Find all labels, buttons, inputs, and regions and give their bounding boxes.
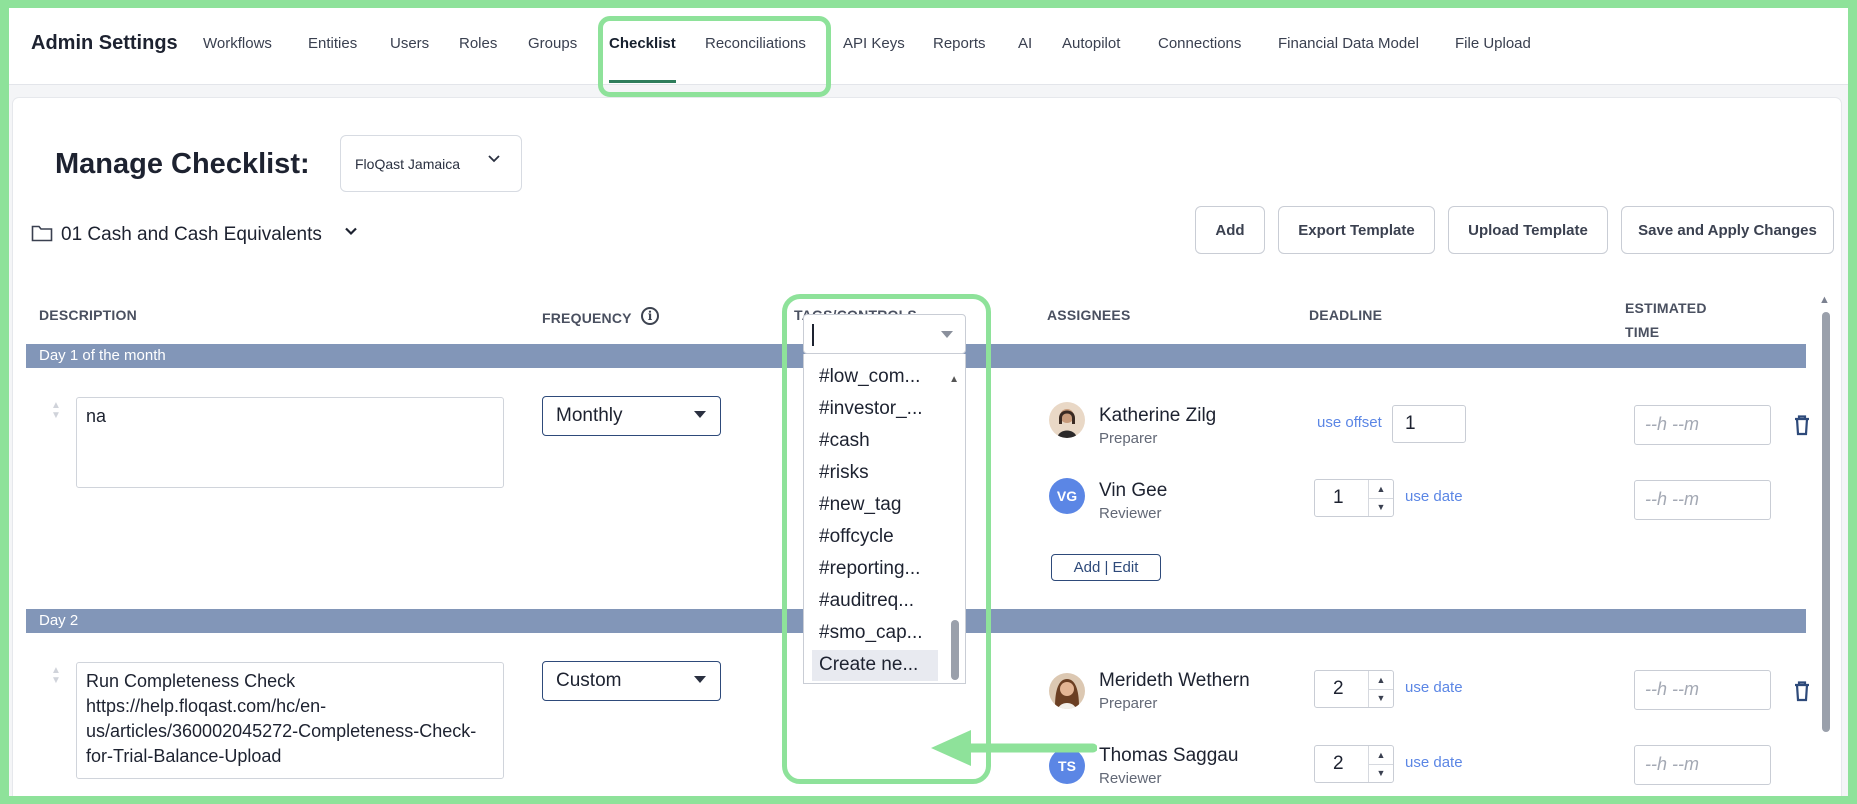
column-header-frequency: FREQUENCY — [542, 310, 632, 326]
stepper-arrows: ▲ ▼ — [1368, 671, 1393, 707]
folder-label: 01 Cash and Cash Equivalents — [61, 224, 322, 245]
frequency-value: Custom — [556, 670, 622, 691]
nav-ai[interactable]: AI — [1018, 35, 1032, 52]
stepper-arrows: ▲ ▼ — [1368, 746, 1393, 782]
nav-roles[interactable]: Roles — [459, 35, 497, 52]
assignee-name: Thomas Saggau — [1099, 745, 1239, 766]
frequency-select[interactable]: Monthly — [542, 396, 721, 436]
stepper-down-icon[interactable]: ▼ — [1369, 498, 1393, 516]
avatar — [1049, 402, 1085, 438]
deadline-offset-input[interactable]: 1 — [1392, 405, 1466, 443]
frequency-select[interactable]: Custom — [542, 661, 721, 701]
deadline-value: 2 — [1333, 678, 1344, 699]
group-label: Day 1 of the month — [39, 347, 166, 364]
entity-select[interactable]: FloQast Jamaica — [340, 135, 522, 192]
avatar — [1049, 673, 1085, 709]
nav-workflows[interactable]: Workflows — [203, 35, 272, 52]
nav-autopilot[interactable]: Autopilot — [1062, 35, 1120, 52]
group-label: Day 2 — [39, 612, 79, 629]
description-textarea[interactable]: Run Completeness Check https://help.floq… — [76, 662, 504, 779]
column-header-description: DESCRIPTION — [39, 307, 137, 323]
save-and-apply-button[interactable]: Save and Apply Changes — [1621, 206, 1834, 254]
assignee-name: Merideth Wethern — [1099, 670, 1250, 691]
deadline-stepper[interactable]: 2 ▲ ▼ — [1314, 745, 1394, 783]
nav-file-upload[interactable]: File Upload — [1455, 35, 1531, 52]
assignee-role: Reviewer — [1099, 770, 1162, 787]
use-offset-link[interactable]: use offset — [1317, 414, 1382, 431]
highlight-tags-annotation — [782, 294, 991, 784]
stepper-up-icon[interactable]: ▲ — [1369, 746, 1393, 765]
description-textarea[interactable]: na — [76, 397, 504, 488]
caret-down-icon — [694, 411, 706, 418]
nav-reports[interactable]: Reports — [933, 35, 986, 52]
add-edit-assignees-button[interactable]: Add | Edit — [1051, 554, 1161, 581]
column-header-deadline: DEADLINE — [1309, 307, 1383, 323]
assignee-role: Reviewer — [1099, 505, 1162, 522]
deadline-stepper[interactable]: 1 ▲ ▼ — [1314, 479, 1394, 517]
stepper-up-icon[interactable]: ▲ — [1369, 671, 1393, 690]
assignee-role: Preparer — [1099, 430, 1158, 447]
stepper-down-icon[interactable]: ▼ — [1369, 764, 1393, 782]
estimated-time-input[interactable]: --h --m — [1634, 480, 1771, 520]
info-icon[interactable]: i — [641, 307, 659, 325]
nav-api-keys[interactable]: API Keys — [843, 35, 905, 52]
add-button[interactable]: Add — [1195, 206, 1265, 254]
column-header-estimated-time: ESTIMATED TIME — [1625, 300, 1707, 340]
assignee-name: Katherine Zilg — [1099, 405, 1217, 426]
nav-users[interactable]: Users — [390, 35, 429, 52]
trash-icon[interactable] — [1792, 680, 1812, 707]
assignee-name: Vin Gee — [1099, 480, 1168, 501]
vertical-scrollbar-thumb[interactable] — [1822, 312, 1830, 732]
stepper-down-icon[interactable]: ▼ — [1369, 689, 1393, 707]
deadline-value: 1 — [1333, 487, 1344, 508]
nav-groups[interactable]: Groups — [528, 35, 577, 52]
column-header-assignees: ASSIGNEES — [1047, 307, 1131, 323]
highlight-nav-annotation — [598, 16, 831, 97]
deadline-stepper[interactable]: 2 ▲ ▼ — [1314, 670, 1394, 708]
chevron-down-icon — [487, 152, 501, 171]
caret-down-icon — [694, 676, 706, 683]
deadline-value: 2 — [1333, 753, 1344, 774]
nav-connections[interactable]: Connections — [1158, 35, 1241, 52]
stepper-up-icon[interactable]: ▲ — [1369, 480, 1393, 499]
stepper-arrows: ▲ ▼ — [1368, 480, 1393, 516]
estimated-time-input[interactable]: --h --m — [1634, 670, 1771, 710]
trash-icon[interactable] — [1792, 414, 1812, 441]
folder-icon — [31, 224, 53, 247]
arrow-annotation-icon — [927, 728, 1098, 773]
chevron-down-icon — [343, 223, 359, 244]
nav-financial-data-model[interactable]: Financial Data Model — [1278, 35, 1419, 52]
scroll-up-icon[interactable]: ▲ — [1819, 294, 1830, 306]
entity-select-value: FloQast Jamaica — [355, 156, 461, 172]
upload-template-button[interactable]: Upload Template — [1448, 206, 1608, 254]
app-window: Admin Settings Workflows Entities Users … — [9, 8, 1848, 796]
page-title: Manage Checklist: — [55, 148, 310, 180]
use-date-link[interactable]: use date — [1405, 754, 1463, 771]
use-date-link[interactable]: use date — [1405, 679, 1463, 696]
drag-handle-icon[interactable]: ▲ ▼ — [49, 401, 63, 421]
estimated-time-input[interactable]: --h --m — [1634, 405, 1771, 445]
export-template-button[interactable]: Export Template — [1278, 206, 1435, 254]
top-navigation: Admin Settings Workflows Entities Users … — [9, 8, 1848, 85]
avatar: VG — [1049, 478, 1085, 514]
use-date-link[interactable]: use date — [1405, 488, 1463, 505]
estimated-time-input[interactable]: --h --m — [1634, 745, 1771, 785]
brand-title: Admin Settings — [31, 32, 178, 54]
drag-handle-icon[interactable]: ▲ ▼ — [49, 666, 63, 686]
nav-entities[interactable]: Entities — [308, 35, 357, 52]
assignee-role: Preparer — [1099, 695, 1158, 712]
frequency-value: Monthly — [556, 405, 623, 426]
